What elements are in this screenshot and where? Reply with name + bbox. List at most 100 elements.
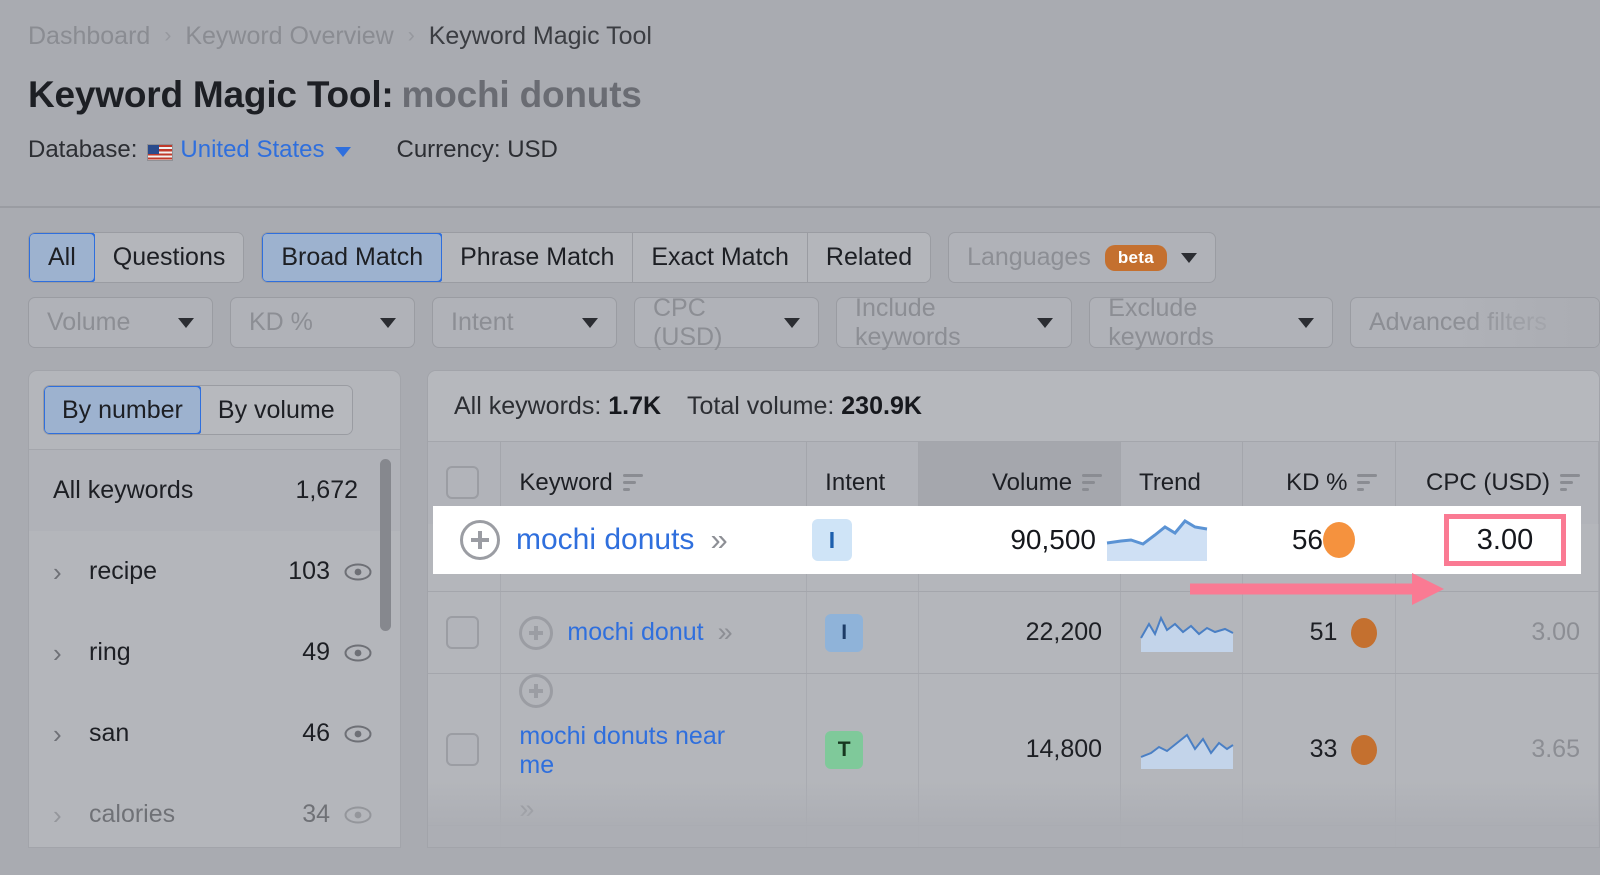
breadcrumb-item-keyword-overview[interactable]: Keyword Overview bbox=[185, 22, 393, 51]
highlighted-intent-cell: I bbox=[812, 519, 852, 561]
column-kd-label: KD % bbox=[1286, 468, 1348, 496]
keyword-magic-tool-page: Dashboard › Keyword Overview › Keyword M… bbox=[0, 0, 1600, 875]
chevron-right-icon[interactable]: › bbox=[53, 721, 79, 747]
database-value[interactable]: United States bbox=[180, 136, 324, 164]
column-volume-label: Volume bbox=[991, 468, 1073, 496]
chevron-down-icon bbox=[1298, 317, 1314, 328]
select-all-checkbox[interactable] bbox=[446, 466, 479, 500]
filter-tab-broad-match[interactable]: Broad Match bbox=[262, 233, 444, 282]
highlighted-table-row[interactable]: mochi donuts » I 90,500 56 3.00 bbox=[433, 506, 1581, 574]
kd-filter-label: KD % bbox=[249, 308, 313, 336]
filter-row-secondary: Volume KD % Intent CPC (USD) Include key… bbox=[28, 294, 1600, 351]
row-cpc-cell: 0.75 bbox=[1395, 825, 1599, 847]
filter-tab-related[interactable]: Related bbox=[807, 233, 931, 282]
exclude-keywords-dropdown[interactable]: Exclude keywords bbox=[1089, 294, 1333, 351]
highlighted-keyword-link[interactable]: mochi donuts bbox=[516, 523, 694, 557]
row-kd-cell: 33 bbox=[1242, 673, 1397, 826]
chevron-down-icon bbox=[582, 317, 598, 328]
sidebar-item-all-keywords[interactable]: All keywords 1,672 bbox=[29, 450, 400, 531]
row-checkbox[interactable] bbox=[446, 616, 479, 649]
advanced-filters-dropdown[interactable]: Advanced filters bbox=[1350, 297, 1600, 348]
sort-icon[interactable] bbox=[1560, 474, 1580, 492]
filter-tab-phrase-match[interactable]: Phrase Match bbox=[442, 233, 634, 282]
eye-icon[interactable] bbox=[344, 806, 372, 824]
sort-icon[interactable] bbox=[622, 474, 643, 492]
row-intent-cell: T bbox=[806, 673, 919, 826]
chevron-right-icon[interactable]: › bbox=[53, 559, 79, 585]
row-cpc-cell: 3.65 bbox=[1395, 673, 1599, 826]
sidebar-sort-toggle: By number By volume bbox=[43, 385, 353, 435]
sidebar-item-count: 49 bbox=[302, 638, 330, 666]
row-kd-value: 51 bbox=[1309, 618, 1338, 646]
currency-label: Currency: USD bbox=[396, 136, 558, 163]
row-trend-cell bbox=[1120, 825, 1243, 847]
add-keyword-icon[interactable] bbox=[460, 520, 500, 560]
column-intent-label: Intent bbox=[825, 468, 886, 496]
include-keywords-dropdown[interactable]: Include keywords bbox=[836, 294, 1073, 351]
intent-badge[interactable]: I bbox=[825, 613, 864, 652]
highlighted-keyword-cell: mochi donuts » bbox=[460, 520, 728, 560]
chevron-double-right-icon[interactable]: » bbox=[710, 522, 727, 558]
sort-icon[interactable] bbox=[1357, 474, 1378, 492]
filter-row-primary: All Questions Broad Match Phrase Match E… bbox=[28, 232, 1600, 283]
kd-filter-dropdown[interactable]: KD % bbox=[230, 297, 415, 348]
summary-total-volume: Total volume: 230.9K bbox=[687, 392, 922, 421]
add-keyword-icon[interactable] bbox=[519, 674, 554, 708]
sidebar-item-ring[interactable]: › ring 49 bbox=[29, 612, 400, 693]
annotation-arrow-icon bbox=[1190, 573, 1444, 605]
volume-filter-label: Volume bbox=[47, 308, 131, 336]
beta-badge: beta bbox=[1104, 244, 1167, 271]
chevron-right-icon[interactable]: › bbox=[53, 802, 79, 828]
intent-badge[interactable]: I bbox=[812, 519, 852, 561]
intent-badge[interactable]: T bbox=[825, 730, 864, 769]
sidebar-item-recipe[interactable]: › recipe 103 bbox=[29, 531, 400, 612]
sidebar-scrollbar[interactable] bbox=[380, 459, 391, 631]
sort-icon[interactable] bbox=[1082, 474, 1103, 492]
table-row[interactable]: mochi ring donut N 6,600 bbox=[428, 825, 1599, 849]
sidebar-toggle-by-volume[interactable]: By volume bbox=[200, 386, 352, 434]
sidebar-item-label: ring bbox=[89, 638, 131, 666]
intent-badge[interactable]: N bbox=[825, 848, 863, 849]
chevron-down-icon bbox=[178, 317, 194, 328]
sidebar-item-san[interactable]: › san 46 bbox=[29, 693, 400, 774]
filter-tab-all[interactable]: All bbox=[29, 233, 96, 282]
keyword-groups-sidebar: By number By volume All keywords 1,672 ›… bbox=[28, 370, 401, 848]
filter-tab-exact-match[interactable]: Exact Match bbox=[633, 233, 808, 282]
trend-sparkline bbox=[1140, 615, 1234, 652]
breadcrumb-separator-icon: › bbox=[164, 24, 172, 47]
row-kd-cell: 36 bbox=[1242, 825, 1397, 847]
sidebar-item-calories[interactable]: › calories 34 bbox=[29, 774, 400, 847]
column-trend-label: Trend bbox=[1139, 468, 1201, 496]
chevron-right-icon[interactable]: › bbox=[53, 640, 79, 666]
highlighted-kd-cell: 56 bbox=[1291, 524, 1323, 555]
row-checkbox[interactable] bbox=[446, 733, 479, 766]
add-keyword-icon[interactable] bbox=[519, 615, 554, 650]
chevron-down-icon[interactable] bbox=[334, 147, 351, 157]
row-kd-value: 33 bbox=[1309, 735, 1338, 763]
chevron-down-icon bbox=[1180, 252, 1197, 263]
highlighted-cpc-value: 3.00 bbox=[1444, 514, 1566, 566]
cpc-filter-dropdown[interactable]: CPC (USD) bbox=[634, 294, 819, 351]
row-checkbox-cell bbox=[428, 591, 502, 674]
breadcrumb-item-dashboard[interactable]: Dashboard bbox=[28, 22, 150, 51]
intent-filter-dropdown[interactable]: Intent bbox=[432, 297, 617, 348]
languages-dropdown[interactable]: Languages beta bbox=[948, 232, 1216, 283]
sidebar-toggle-by-number[interactable]: By number bbox=[43, 386, 202, 434]
sidebar-item-label: recipe bbox=[89, 557, 158, 585]
eye-icon[interactable] bbox=[344, 725, 372, 743]
row-keyword-link[interactable]: mochi donuts near me bbox=[519, 722, 759, 780]
row-volume-cell: 6,600 bbox=[918, 825, 1122, 847]
table-summary: All keywords: 1.7K Total volume: 230.9K bbox=[428, 371, 1599, 441]
row-keyword-cell: mochi donut » bbox=[500, 591, 808, 674]
chevron-double-right-icon[interactable]: » bbox=[718, 617, 733, 648]
chevron-double-right-icon[interactable]: » bbox=[519, 794, 534, 825]
volume-filter-dropdown[interactable]: Volume bbox=[28, 297, 213, 348]
highlighted-volume-cell: 90,500 bbox=[1010, 524, 1096, 555]
row-keyword-link[interactable]: mochi donut bbox=[567, 618, 703, 647]
breadcrumb-separator-icon: › bbox=[407, 24, 415, 47]
table-row[interactable]: mochi donuts near me » T 14,800 33 3.65 bbox=[428, 673, 1599, 826]
eye-icon[interactable] bbox=[344, 644, 372, 662]
filter-tab-questions[interactable]: Questions bbox=[94, 233, 244, 282]
breadcrumb-item-keyword-magic-tool[interactable]: Keyword Magic Tool bbox=[429, 22, 652, 51]
eye-icon[interactable] bbox=[344, 563, 372, 581]
